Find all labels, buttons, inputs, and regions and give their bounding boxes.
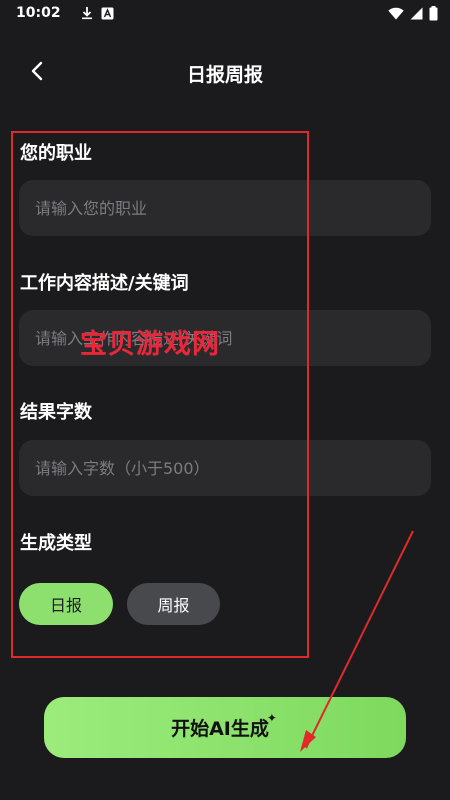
type-option-daily[interactable]: 日报	[19, 583, 113, 625]
occupation-input[interactable]	[19, 180, 431, 236]
type-label: 生成类型	[20, 533, 92, 554]
font-icon	[101, 7, 114, 20]
generate-button-label: 开始AI生成	[171, 718, 269, 740]
back-button[interactable]	[22, 58, 52, 88]
status-left: 10:02	[16, 5, 114, 21]
word-count-input[interactable]	[19, 440, 431, 496]
status-time: 10:02	[16, 5, 61, 21]
signal-icon	[410, 7, 423, 20]
wifi-icon	[388, 7, 404, 20]
status-right	[388, 5, 438, 21]
download-icon	[81, 6, 93, 20]
chevron-left-icon	[30, 61, 44, 85]
status-bar: 10:02	[0, 0, 450, 26]
occupation-label: 您的职业	[20, 143, 92, 164]
type-option-weekly[interactable]: 周报	[127, 583, 220, 625]
generate-button[interactable]: 开始AI生成 ✦	[44, 697, 406, 758]
description-input[interactable]	[19, 310, 431, 366]
page-title: 日报周报	[186, 63, 263, 86]
word-count-label: 结果字数	[20, 402, 92, 423]
sparkle-icon: ✦	[266, 710, 277, 725]
description-label: 工作内容描述/关键词	[20, 273, 189, 294]
app-bar: 日报周报	[0, 48, 450, 98]
battery-icon	[429, 5, 438, 21]
